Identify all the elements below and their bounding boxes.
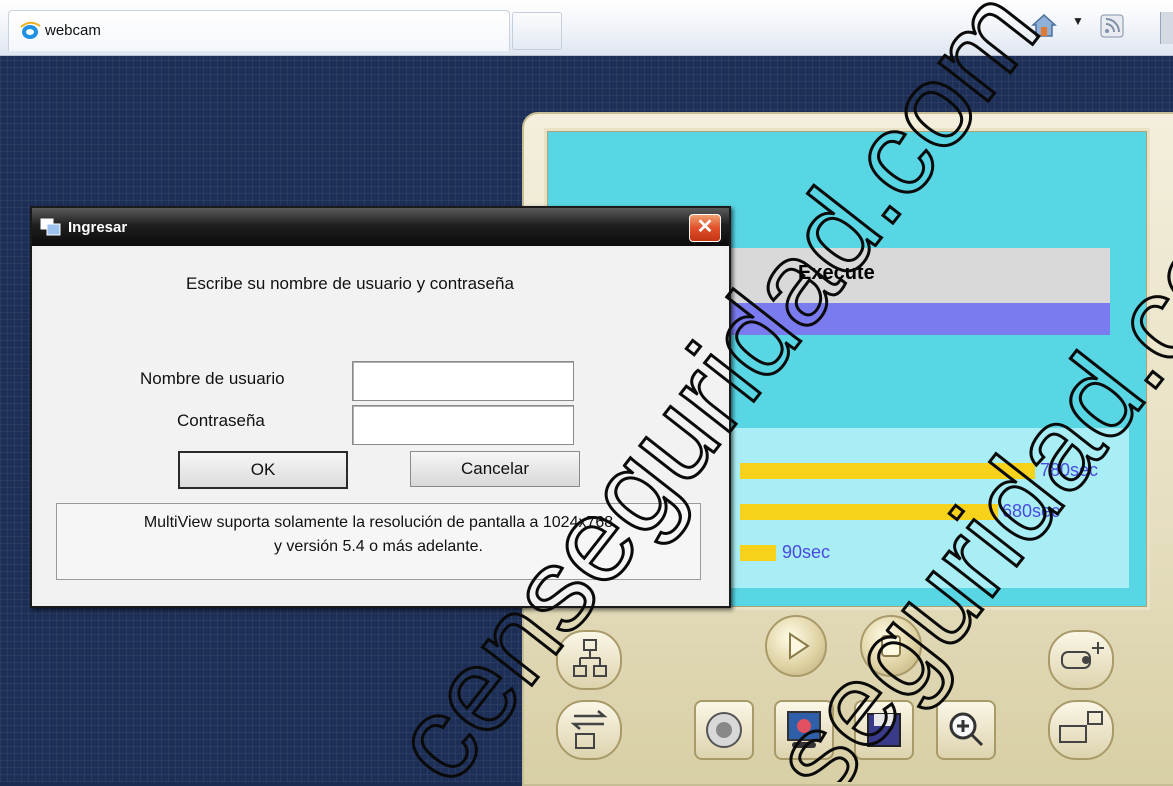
- dropdown-arrow-icon[interactable]: ▼: [1072, 14, 1084, 28]
- timer-bar-1: [740, 463, 1035, 479]
- cancel-button[interactable]: Cancelar: [410, 451, 580, 487]
- record-button[interactable]: [774, 700, 834, 760]
- internet-explorer-icon: [20, 21, 41, 39]
- timer-bar-2: [740, 504, 998, 520]
- tab-title: webcam: [45, 22, 101, 39]
- timer-label-3: 90sec: [782, 542, 831, 562]
- notice-line-1: MultiView suporta solamente la resolució…: [143, 514, 614, 531]
- dialog-title: Ingresar: [68, 219, 128, 236]
- layout-button[interactable]: [556, 630, 622, 690]
- timer-label-1: 780sec: [1040, 460, 1099, 480]
- login-instruction: Escribe su nombre de usuario y contraseñ…: [186, 274, 514, 293]
- execute-column-header: [724, 248, 1110, 303]
- dialog-titlebar[interactable]: Ingresar ✕: [32, 208, 729, 246]
- new-tab-button[interactable]: [512, 12, 562, 50]
- selected-row-highlight[interactable]: [724, 303, 1110, 335]
- aperture-icon: [706, 712, 742, 748]
- snapshot-button[interactable]: [694, 700, 754, 760]
- ok-button[interactable]: OK: [178, 451, 348, 489]
- zoom-button[interactable]: [936, 700, 996, 760]
- browser-tab-bar: webcam ▼: [0, 0, 1173, 56]
- play-button[interactable]: [765, 615, 827, 677]
- toolbar-edge: [1160, 12, 1173, 44]
- camera-settings-icon: [1059, 711, 1103, 743]
- layout-grid-icon: [573, 639, 607, 677]
- timer-label-2: 680sec: [1002, 501, 1061, 521]
- swap-arrows-icon: [570, 710, 608, 749]
- password-label: Contraseña: [177, 411, 265, 430]
- ptz-camera-button[interactable]: [1048, 630, 1114, 690]
- camera-move-icon: [1061, 642, 1104, 669]
- rss-feed-icon[interactable]: [1100, 14, 1124, 38]
- switch-button[interactable]: [556, 700, 622, 760]
- notice-line-2: y versión 5.4 o más adelante.: [273, 538, 483, 555]
- save-button[interactable]: [854, 700, 914, 760]
- dialog-body: Escribe su nombre de usuario y contraseñ…: [36, 248, 725, 602]
- zoom-in-icon: [949, 712, 984, 747]
- home-icon[interactable]: [1030, 12, 1058, 38]
- close-icon[interactable]: ✕: [689, 214, 721, 242]
- photo-record-icon: [787, 711, 821, 748]
- resolution-notice: MultiView suporta solamente la resolució…: [56, 503, 701, 580]
- execute-label: Execute: [798, 262, 875, 284]
- floppy-disk-icon: [867, 713, 901, 747]
- play-icon: [789, 632, 810, 660]
- stop-icon: [881, 635, 901, 657]
- timer-bar-3: [740, 545, 776, 561]
- network-camera-button[interactable]: [1048, 700, 1114, 760]
- username-input[interactable]: [352, 361, 574, 401]
- window-icon: [40, 218, 61, 236]
- browser-tab[interactable]: webcam: [8, 10, 510, 51]
- username-label: Nombre de usuario: [140, 369, 285, 388]
- password-input[interactable]: [352, 405, 574, 445]
- stop-button[interactable]: [860, 615, 922, 677]
- login-dialog: Ingresar ✕ Escribe su nombre de usuario …: [30, 206, 731, 608]
